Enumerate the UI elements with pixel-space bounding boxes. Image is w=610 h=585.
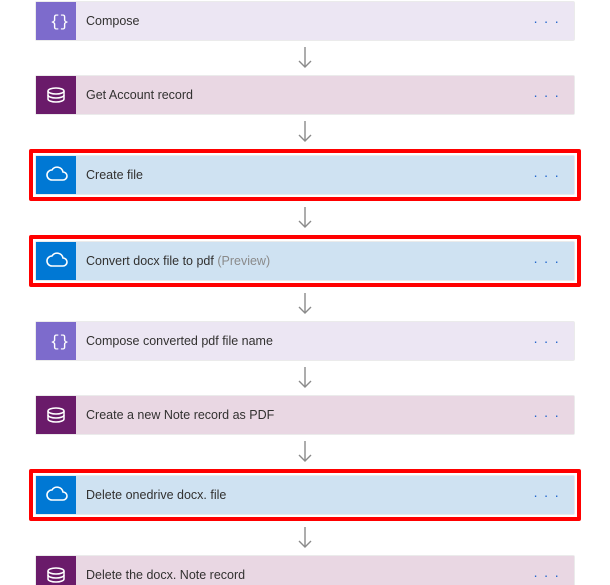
step-label: Compose	[86, 14, 140, 28]
step-label: Create a new Note record as PDF	[86, 408, 274, 422]
flow-step-get-account[interactable]: Get Account record · · ·	[35, 75, 575, 115]
cloud-icon	[36, 242, 76, 280]
step-label: Convert docx file to pdf (Preview)	[86, 254, 270, 268]
more-menu-icon[interactable]: · · ·	[529, 333, 564, 349]
connector-arrow	[294, 435, 316, 469]
partial-step: Delete the docx. Note record · · ·	[35, 555, 575, 585]
braces-icon	[36, 2, 76, 40]
step-body: Compose converted pdf file name · · ·	[76, 322, 574, 360]
flow-step-convert-docx[interactable]: Convert docx file to pdf (Preview) · · ·	[35, 241, 575, 281]
highlight-convert-docx: Convert docx file to pdf (Preview) · · ·	[29, 235, 581, 287]
step-label: Get Account record	[86, 88, 193, 102]
connector-arrow	[294, 361, 316, 395]
highlight-delete-onedrive-docx: Delete onedrive docx. file · · ·	[29, 469, 581, 521]
step-body: Convert docx file to pdf (Preview) · · ·	[76, 242, 574, 280]
more-menu-icon[interactable]: · · ·	[529, 407, 564, 423]
connector-arrow	[294, 41, 316, 75]
connector-arrow	[294, 201, 316, 235]
step-body: Create file · · ·	[76, 156, 574, 194]
highlight-create-file: Create file · · ·	[29, 149, 581, 201]
step-body: Create a new Note record as PDF · · ·	[76, 396, 574, 434]
flow-step-compose[interactable]: Compose · · ·	[35, 1, 575, 41]
step-label: Create file	[86, 168, 143, 182]
step-label: Delete onedrive docx. file	[86, 488, 226, 502]
flow-step-delete-docx-note[interactable]: Delete the docx. Note record · · ·	[35, 555, 575, 585]
cloud-icon	[36, 156, 76, 194]
more-menu-icon[interactable]: · · ·	[529, 13, 564, 29]
flow-step-create-note[interactable]: Create a new Note record as PDF · · ·	[35, 395, 575, 435]
flow-step-compose-pdf-name[interactable]: Compose converted pdf file name · · ·	[35, 321, 575, 361]
step-body: Delete onedrive docx. file · · ·	[76, 476, 574, 514]
more-menu-icon[interactable]: · · ·	[529, 87, 564, 103]
braces-icon	[36, 322, 76, 360]
flow-step-delete-onedrive-docx[interactable]: Delete onedrive docx. file · · ·	[35, 475, 575, 515]
db-icon	[36, 396, 76, 434]
connector-arrow	[294, 115, 316, 149]
step-body: Get Account record · · ·	[76, 76, 574, 114]
step-body: Compose · · ·	[76, 2, 574, 40]
db-icon	[36, 76, 76, 114]
step-label: Delete the docx. Note record	[86, 568, 245, 582]
more-menu-icon[interactable]: · · ·	[529, 487, 564, 503]
db-icon	[36, 556, 76, 585]
connector-arrow	[294, 287, 316, 321]
cloud-icon	[36, 476, 76, 514]
more-menu-icon[interactable]: · · ·	[529, 167, 564, 183]
more-menu-icon[interactable]: · · ·	[529, 253, 564, 269]
flow-step-create-file[interactable]: Create file · · ·	[35, 155, 575, 195]
connector-arrow	[294, 521, 316, 555]
step-body: Delete the docx. Note record · · ·	[76, 556, 574, 585]
more-menu-icon[interactable]: · · ·	[529, 567, 564, 583]
preview-tag: (Preview)	[217, 254, 270, 268]
step-label: Compose converted pdf file name	[86, 334, 273, 348]
